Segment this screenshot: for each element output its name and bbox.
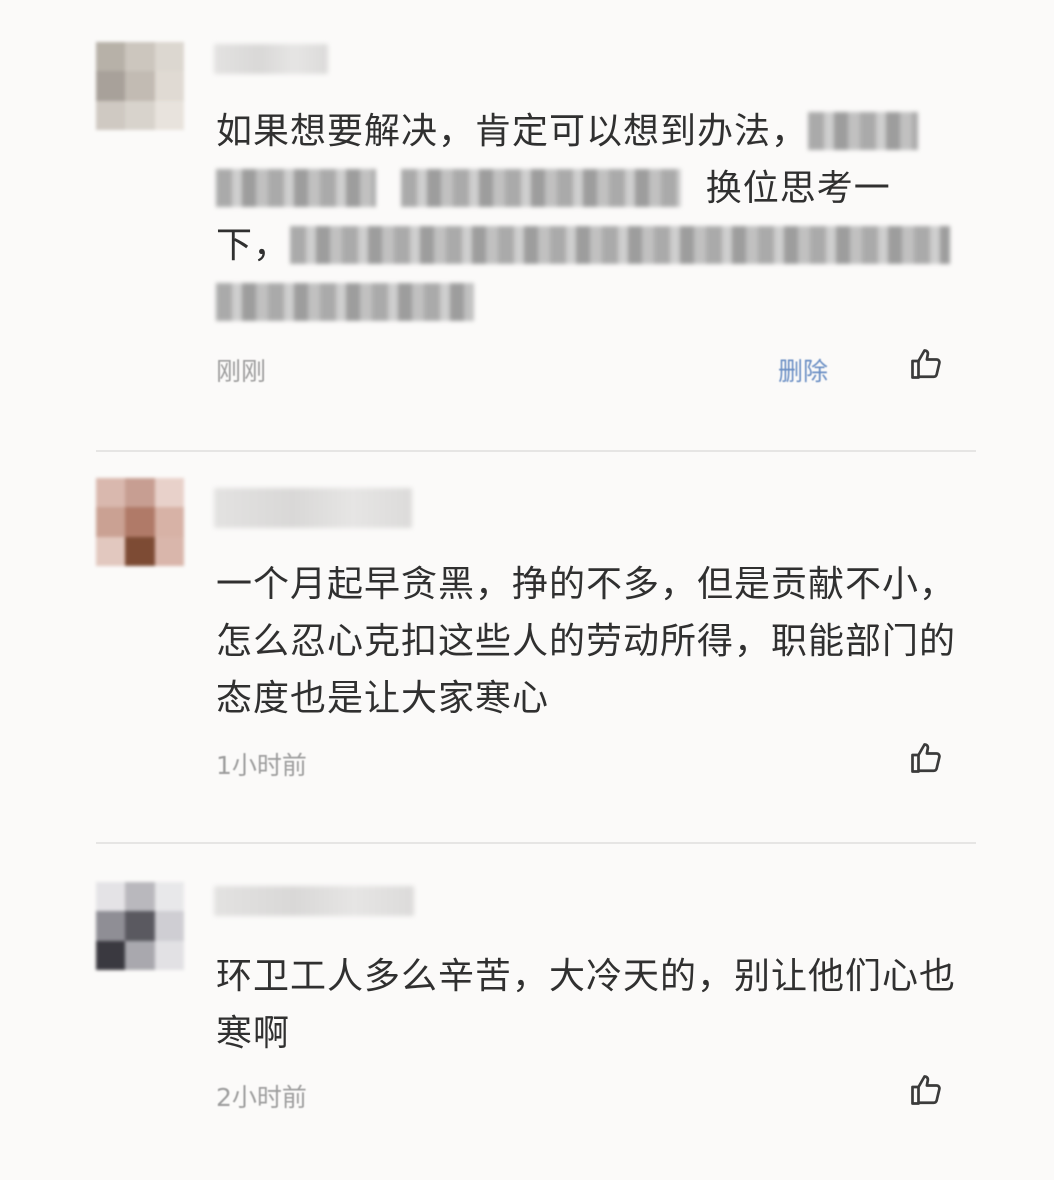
comment-time: 1小时前 [216, 751, 307, 780]
divider [96, 842, 976, 844]
comment-text: 一个月起早贪黑，挣的不多，但是贡献不小，怎么忍心克扣这些人的劳动所得，职能部门的… [216, 564, 957, 719]
avatar-pixel [125, 536, 155, 566]
avatar-pixel [96, 71, 126, 101]
avatar-pixel [125, 507, 155, 537]
like-button[interactable] [908, 740, 944, 776]
divider [96, 450, 976, 452]
avatar-pixel [125, 42, 155, 72]
avatar-pixel [96, 882, 126, 912]
avatar-pixel [125, 71, 155, 101]
avatar-pixel [125, 940, 155, 970]
like-button[interactable] [908, 1072, 944, 1108]
avatar[interactable] [96, 42, 184, 130]
avatar-pixel [125, 882, 155, 912]
like-button[interactable] [908, 346, 944, 382]
avatar[interactable] [96, 882, 184, 970]
redacted-text [216, 169, 376, 207]
comment-text-segment: 如果想要解决，肯定可以想到办法， [216, 111, 809, 152]
redacted-text [216, 283, 474, 321]
avatar-pixel [154, 42, 184, 72]
redacted-text [808, 112, 919, 150]
avatar-pixel [125, 100, 155, 130]
avatar-pixel [154, 507, 184, 537]
redacted-text [400, 169, 681, 207]
thumbs-up-icon [911, 743, 941, 773]
avatar-pixel [96, 536, 126, 566]
avatar-pixel [96, 42, 126, 72]
avatar-pixel [96, 940, 126, 970]
username-redacted[interactable] [214, 488, 412, 528]
comment-time: 刚刚 [216, 357, 267, 386]
avatar-pixel [154, 100, 184, 130]
avatar-pixel [96, 911, 126, 941]
redacted-text [290, 226, 951, 264]
avatar-pixel [96, 507, 126, 537]
avatar-pixel [125, 911, 155, 941]
avatar-pixel [96, 100, 126, 130]
username-redacted[interactable] [214, 44, 328, 74]
avatar-pixel [154, 882, 184, 912]
comment-text: 如果想要解决，肯定可以想到办法， 换位思考一 下， [216, 103, 976, 331]
avatar-pixel [154, 911, 184, 941]
avatar-pixel [154, 478, 184, 508]
avatar-pixel [154, 940, 184, 970]
comment-text: 环卫工人多么辛苦，大冷天的，别让他们心也寒啊 [216, 956, 957, 1054]
avatar-pixel [154, 536, 184, 566]
avatar-pixel [154, 71, 184, 101]
avatar-pixel [96, 478, 126, 508]
comment-text-segment: 下， [216, 225, 291, 266]
username-redacted[interactable] [214, 886, 414, 916]
comment-text-segment: 换位思考一 [705, 168, 891, 209]
delete-button[interactable]: 删除 [778, 352, 828, 388]
comment-time: 2小时前 [216, 1083, 307, 1112]
avatar[interactable] [96, 478, 184, 566]
avatar-pixel [125, 478, 155, 508]
thumbs-up-icon [911, 1075, 941, 1105]
thumbs-up-icon [911, 349, 941, 379]
